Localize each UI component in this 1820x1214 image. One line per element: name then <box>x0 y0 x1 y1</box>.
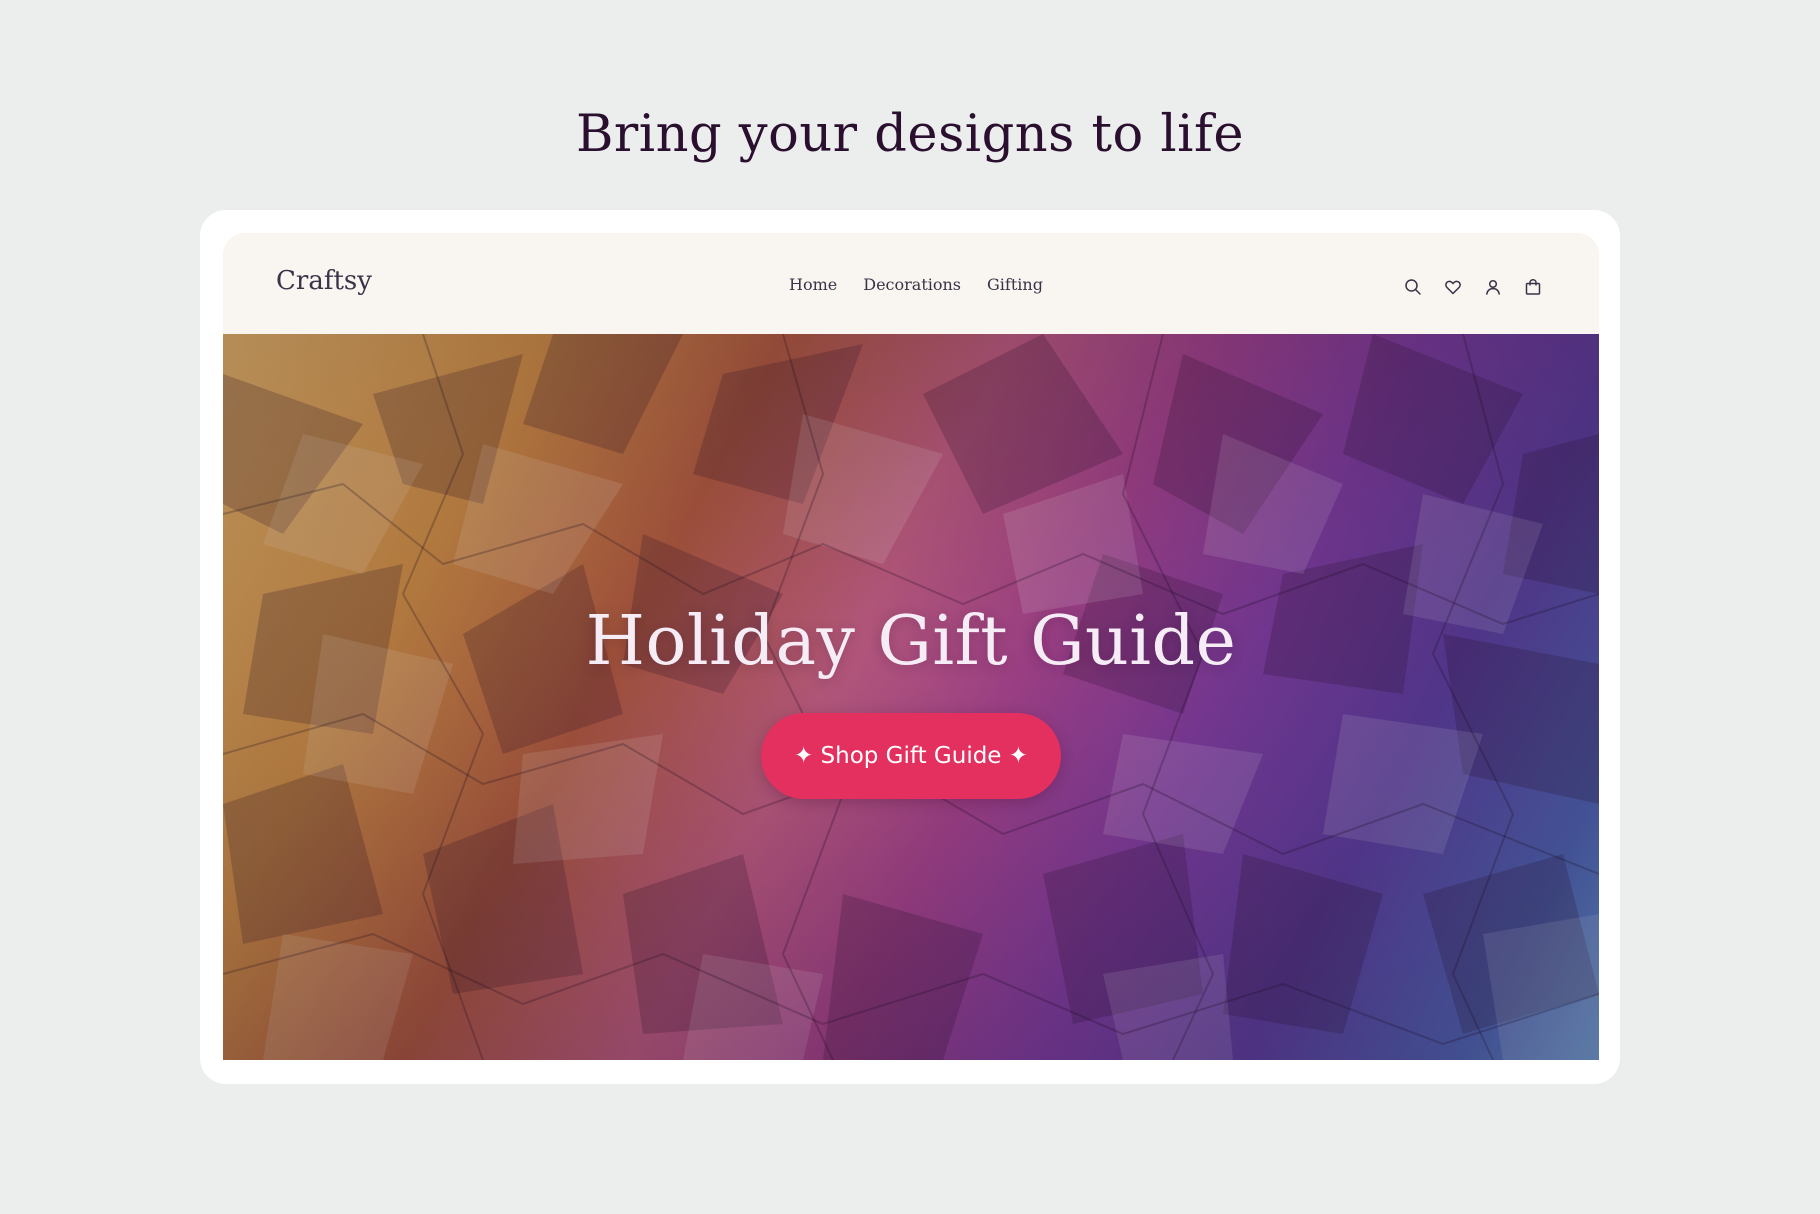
nav-item-home[interactable]: Home <box>789 275 837 294</box>
nav-item-decorations[interactable]: Decorations <box>863 275 961 294</box>
website-preview: Craftsy Home Decorations Gifting Holiday… <box>223 233 1599 1060</box>
site-header: Craftsy Home Decorations Gifting <box>223 233 1599 334</box>
hero-banner: Holiday Gift Guide ✦ Shop Gift Guide ✦ <box>223 334 1599 1060</box>
search-icon[interactable] <box>1403 277 1423 297</box>
shop-gift-guide-button[interactable]: ✦ Shop Gift Guide ✦ <box>761 713 1061 799</box>
shopping-bag-icon[interactable] <box>1523 277 1543 297</box>
hero-title: Holiday Gift Guide <box>585 602 1237 681</box>
shop-gift-guide-label: ✦ Shop Gift Guide ✦ <box>793 743 1029 769</box>
crumpled-paper-texture <box>223 334 1599 1060</box>
account-icon[interactable] <box>1483 277 1503 297</box>
device-frame: Craftsy Home Decorations Gifting Holiday… <box>200 210 1620 1084</box>
brand-logo[interactable]: Craftsy <box>276 266 372 296</box>
nav-item-gifting[interactable]: Gifting <box>987 275 1043 294</box>
main-nav: Home Decorations Gifting <box>789 275 1043 294</box>
heart-icon[interactable] <box>1443 277 1463 297</box>
header-actions <box>1403 277 1543 297</box>
page-headline: Bring your designs to life <box>575 105 1245 164</box>
